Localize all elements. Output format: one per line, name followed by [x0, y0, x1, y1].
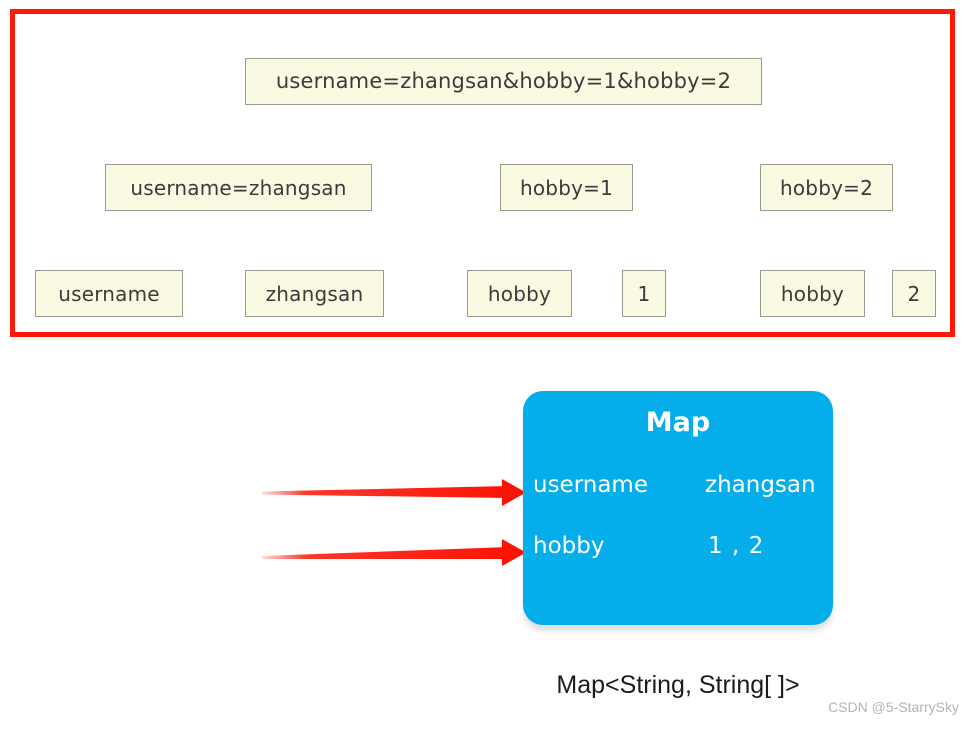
map-entry-value: 1 , 2 [708, 533, 765, 559]
map-entry-key: hobby [533, 533, 605, 559]
query-string-box: username=zhangsan&hobby=1&hobby=2 [245, 58, 762, 105]
map-type-caption: Map<String, String[ ]> [556, 671, 800, 699]
arrow-to-username-entry [262, 479, 526, 506]
token-box-hobby-value-1: 1 [622, 270, 666, 317]
query-parsing-region: username=zhangsan&hobby=1&hobby=2 userna… [10, 9, 955, 337]
arrow-to-hobby-entry [262, 539, 526, 566]
map-entry-username: username zhangsan [533, 470, 823, 500]
map-entry-value: zhangsan [705, 472, 816, 498]
token-box-hobby-key-2: hobby [760, 270, 865, 317]
pair-box-hobby-1: hobby=1 [500, 164, 633, 211]
pair-box-hobby-2: hobby=2 [760, 164, 893, 211]
watermark-text: CSDN @5-StarrySky [828, 699, 959, 715]
map-card: Map username zhangsan hobby 1 , 2 [523, 391, 833, 625]
map-entry-key: username [533, 472, 648, 498]
token-box-hobby-value-2: 2 [892, 270, 936, 317]
pair-box-username: username=zhangsan [105, 164, 372, 211]
token-box-username-value: zhangsan [245, 270, 384, 317]
token-box-hobby-key-1: hobby [467, 270, 572, 317]
map-entry-hobby: hobby 1 , 2 [533, 531, 823, 561]
map-card-title: Map [645, 407, 711, 438]
token-box-username-key: username [35, 270, 183, 317]
